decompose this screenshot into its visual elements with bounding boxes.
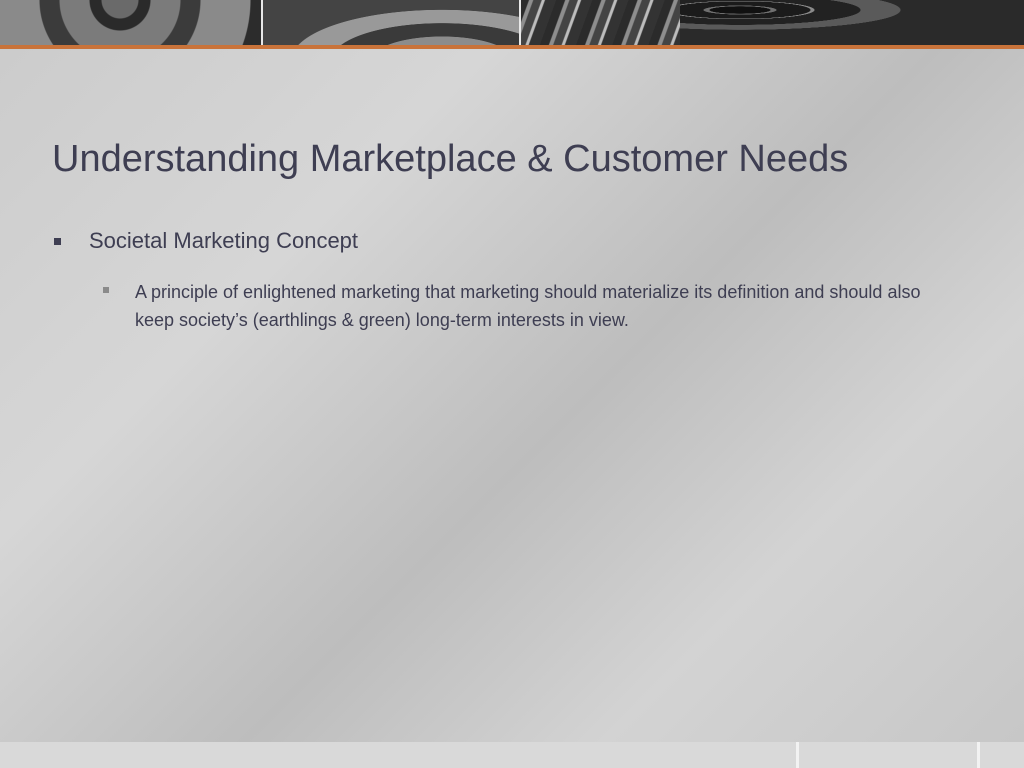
square-bullet-icon [54, 238, 61, 245]
slide-title: Understanding Marketplace & Customer Nee… [52, 138, 849, 180]
footer-divider [977, 742, 980, 768]
dark-image-panel [680, 0, 1024, 45]
metal-image-panel [262, 0, 520, 45]
footer-divider [796, 742, 799, 768]
banner-divider [261, 0, 263, 45]
banner-divider [519, 0, 521, 45]
square-sub-bullet-icon [103, 287, 109, 293]
bullet-text: Societal Marketing Concept [89, 228, 359, 253]
footer-bar [0, 742, 1024, 768]
sub-bullet-text: A principle of enlightened marketing tha… [135, 282, 921, 330]
slide: Understanding Marketplace & Customer Nee… [0, 0, 1024, 768]
header-banner-image [0, 0, 1024, 45]
striped-image-panel [520, 0, 680, 45]
accent-bar [0, 45, 1024, 49]
wheel-image-panel [0, 0, 262, 45]
